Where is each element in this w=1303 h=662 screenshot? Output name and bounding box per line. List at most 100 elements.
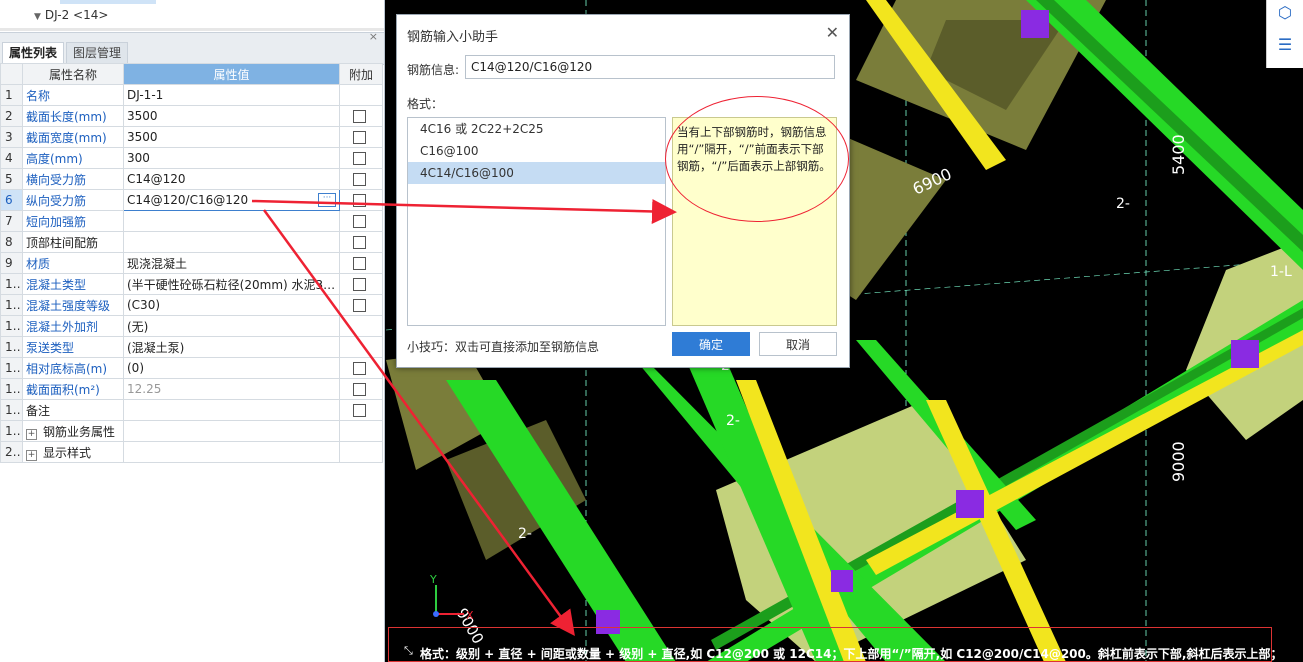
property-name: 顶部柱间配筋 — [22, 231, 124, 253]
property-value[interactable]: (0) — [123, 357, 340, 379]
tab-property-list[interactable]: 属性列表 — [2, 42, 65, 64]
property-value[interactable]: 现浇混凝土 — [123, 252, 340, 274]
property-value-text: (无) — [127, 319, 149, 334]
table-row[interactable]: 8 顶部柱间配筋 — [0, 231, 383, 253]
tree-row[interactable]: ▼ DJ-2 <14> — [0, 0, 384, 28]
table-row[interactable]: 16 备注 — [0, 399, 383, 421]
expand-plus-icon[interactable]: + — [26, 449, 37, 461]
property-value[interactable]: (C30) — [123, 294, 340, 316]
more-options-icon[interactable]: ··· — [318, 193, 336, 207]
extra-cell — [339, 252, 383, 274]
table-row[interactable]: 12 混凝土外加剂 (无) — [0, 315, 383, 337]
property-name: 名称 — [22, 84, 124, 106]
extra-cell — [339, 399, 383, 421]
document-settings-icon[interactable]: ☰ — [1274, 34, 1296, 56]
extra-checkbox[interactable] — [353, 110, 366, 123]
property-value[interactable]: DJ-1-1 — [123, 84, 340, 106]
extra-checkbox[interactable] — [353, 278, 366, 291]
row-number: 9 — [0, 252, 23, 274]
extra-checkbox[interactable] — [353, 404, 366, 417]
table-row[interactable]: 1 名称 DJ-1-1 — [0, 84, 383, 106]
table-row[interactable]: 3 截面宽度(mm) 3500 — [0, 126, 383, 148]
extra-cell — [339, 315, 383, 337]
extra-checkbox[interactable] — [353, 194, 366, 207]
property-rows: 1 名称 DJ-1-1 2 截面长度(mm) 3500 3 截面宽度(mm) 3500 4 高度(m… — [0, 84, 383, 463]
table-row[interactable]: 9 材质 现浇混凝土 — [0, 252, 383, 274]
extra-cell — [339, 336, 383, 358]
extra-checkbox[interactable] — [353, 131, 366, 144]
property-value[interactable] — [123, 210, 340, 232]
extra-cell — [339, 210, 383, 232]
table-row[interactable]: 2 截面长度(mm) 3500 — [0, 105, 383, 127]
dimension-label: 9000 — [1169, 441, 1188, 482]
table-row[interactable]: 4 高度(mm) 300 — [0, 147, 383, 169]
column-header-value[interactable]: 属性值 — [123, 63, 340, 85]
extra-checkbox[interactable] — [353, 173, 366, 186]
property-value-text: 300 — [127, 151, 150, 165]
extra-checkbox[interactable] — [353, 257, 366, 270]
extra-checkbox[interactable] — [353, 236, 366, 249]
table-row[interactable]: 7 短向加强筋 — [0, 210, 383, 232]
x-axis-label: X — [466, 609, 474, 622]
right-toolbar: ⬡ ☰ — [1266, 0, 1303, 68]
table-row[interactable]: 6 纵向受力筋 C14@120/C16@120 ··· — [0, 189, 383, 211]
extra-cell — [339, 189, 383, 211]
extra-cell — [339, 105, 383, 127]
rebar-info-label: 钢筋信息: — [407, 63, 460, 77]
table-row[interactable]: 11 混凝土强度等级 (C30) — [0, 294, 383, 316]
expand-plus-icon[interactable]: + — [26, 428, 37, 440]
table-row[interactable]: 15 截面面积(m²) 12.25 — [0, 378, 383, 400]
row-number: 15 — [0, 378, 23, 400]
property-value[interactable] — [123, 399, 340, 421]
rebar-info-input[interactable] — [465, 55, 835, 79]
table-row[interactable]: 10 混凝土类型 (半干硬性砼砾石粒径(20mm) 水泥32... — [0, 273, 383, 295]
format-item[interactable]: C16@100 — [408, 140, 665, 162]
table-row[interactable]: 17 + 钢筋业务属性 — [0, 420, 383, 442]
table-row[interactable]: 21 + 显示样式 — [0, 441, 383, 463]
format-item[interactable]: 4C14/C16@100 — [408, 162, 665, 184]
group-label: 显示样式 — [43, 445, 92, 460]
property-value[interactable]: 300 — [123, 147, 340, 169]
cancel-button[interactable]: 取消 — [759, 332, 837, 356]
property-value[interactable]: 3500 — [123, 105, 340, 127]
tip-hint: 小技巧：双击可直接添加至钢筋信息 — [407, 340, 600, 354]
extra-checkbox[interactable] — [353, 152, 366, 165]
property-value[interactable]: C14@120/C16@120 ··· — [123, 189, 340, 211]
axis-grid-label: 1-L — [1270, 264, 1292, 280]
close-icon[interactable]: ✕ — [826, 23, 839, 42]
extra-checkbox[interactable] — [353, 362, 366, 375]
rebar-input-dialog: 钢筋输入小助手 ✕ 钢筋信息: 格式： 4C16 或 2C22+2C25C16@… — [396, 14, 850, 368]
ok-button[interactable]: 确定 — [672, 332, 750, 356]
property-value[interactable]: 3500 — [123, 126, 340, 148]
table-row[interactable]: 13 泵送类型 (混凝土泵) — [0, 336, 383, 358]
property-value[interactable]: (无) — [123, 315, 340, 337]
property-value-text: C14@120/C16@120 — [127, 193, 249, 207]
property-value[interactable]: (混凝土泵) — [123, 336, 340, 358]
property-value[interactable] — [123, 420, 340, 442]
row-number: 6 — [0, 189, 23, 211]
property-name: 混凝土强度等级 — [22, 294, 124, 316]
property-value-text: 现浇混凝土 — [127, 256, 188, 271]
tab-layer-management[interactable]: 图层管理 — [66, 42, 129, 64]
property-value[interactable] — [123, 441, 340, 463]
table-row[interactable]: 14 相对底标高(m) (0) — [0, 357, 383, 379]
property-value[interactable] — [123, 231, 340, 253]
property-name: 截面宽度(mm) — [22, 126, 124, 148]
extra-checkbox[interactable] — [353, 215, 366, 228]
format-item[interactable]: 4C16 或 2C22+2C25 — [408, 118, 665, 140]
column-header-name: 属性名称 — [22, 63, 124, 85]
extra-checkbox[interactable] — [353, 299, 366, 312]
extra-checkbox[interactable] — [353, 383, 366, 396]
property-value[interactable]: (半干硬性砼砾石粒径(20mm) 水泥32... — [123, 273, 340, 295]
horizontal-scrollbar[interactable] — [0, 28, 384, 31]
property-value[interactable]: 12.25 — [123, 378, 340, 400]
property-value[interactable]: C14@120 — [123, 168, 340, 190]
cube-view-icon[interactable]: ⬡ — [1274, 2, 1296, 24]
row-number: 12 — [0, 315, 23, 337]
property-name: 截面面积(m²) — [22, 378, 124, 400]
tree-node[interactable]: ▼ DJ-2 <14> — [34, 8, 108, 22]
table-row[interactable]: 5 横向受力筋 C14@120 — [0, 168, 383, 190]
expand-arrow-icon[interactable]: ▼ — [34, 12, 41, 22]
dialog-title: 钢筋输入小助手 — [407, 30, 499, 45]
status-hint: 格式：级别 + 直径 + 间距或数量 + 级别 + 直径,如 C12@200 或… — [420, 647, 1283, 661]
